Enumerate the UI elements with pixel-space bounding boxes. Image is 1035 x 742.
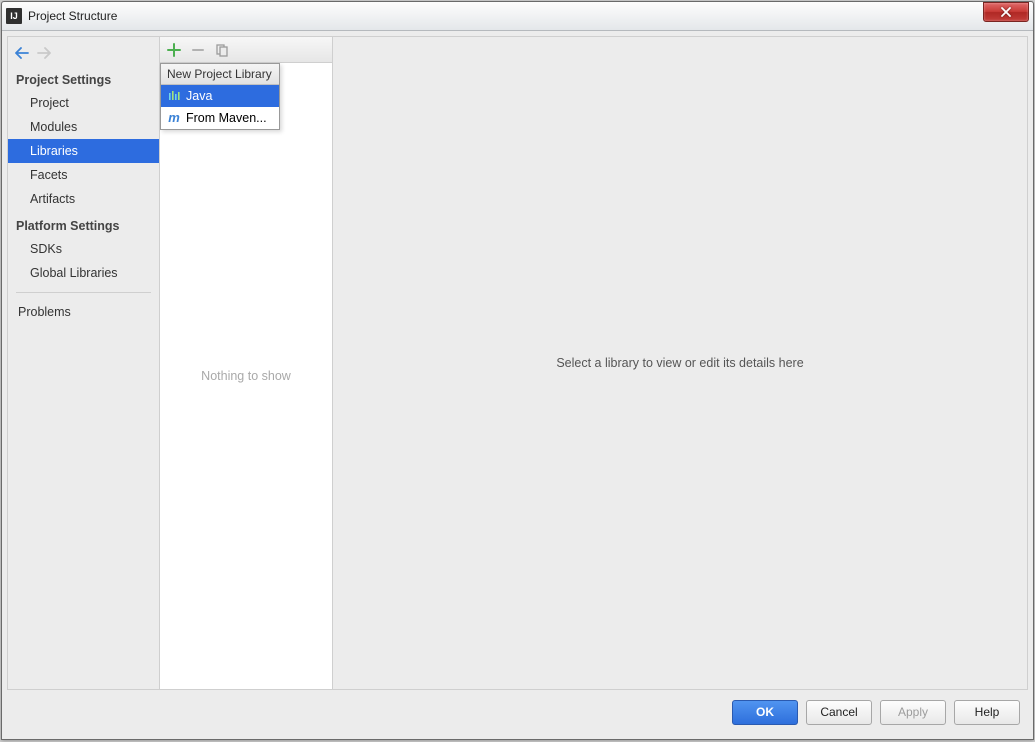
sidebar-item-problems[interactable]: Problems bbox=[8, 300, 159, 324]
remove-library-button[interactable] bbox=[190, 42, 206, 58]
library-detail-panel: Select a library to view or edit its det… bbox=[333, 37, 1027, 689]
libraries-column: New Project Library Java bbox=[160, 37, 333, 689]
sidebar-history-nav bbox=[8, 41, 159, 65]
dialog-footer: OK Cancel Apply Help bbox=[7, 690, 1028, 734]
libraries-empty-text: Nothing to show bbox=[160, 63, 332, 689]
dialog-body: Project Settings Project Modules Librari… bbox=[2, 31, 1033, 739]
sidebar-item-modules[interactable]: Modules bbox=[8, 115, 159, 139]
libraries-toolbar bbox=[160, 37, 332, 63]
popup-item-maven[interactable]: m From Maven... bbox=[161, 107, 279, 129]
cancel-button[interactable]: Cancel bbox=[806, 700, 872, 725]
java-icon bbox=[167, 89, 181, 103]
sidebar-item-sdks[interactable]: SDKs bbox=[8, 237, 159, 261]
popup-item-java[interactable]: Java bbox=[161, 85, 279, 107]
popup-title: New Project Library bbox=[161, 64, 279, 85]
maven-icon: m bbox=[167, 111, 181, 125]
copy-library-button[interactable] bbox=[214, 42, 230, 58]
project-structure-window: IJ Project Structure Project S bbox=[1, 1, 1034, 740]
sidebar-item-libraries[interactable]: Libraries bbox=[8, 139, 159, 163]
nav-forward-button[interactable] bbox=[36, 45, 52, 61]
ok-button[interactable]: OK bbox=[732, 700, 798, 725]
titlebar[interactable]: IJ Project Structure bbox=[2, 2, 1033, 31]
sidebar-item-facets[interactable]: Facets bbox=[8, 163, 159, 187]
sidebar-divider bbox=[16, 292, 151, 293]
nav-back-button[interactable] bbox=[14, 45, 30, 61]
sidebar-item-global-libraries[interactable]: Global Libraries bbox=[8, 261, 159, 285]
add-library-button[interactable] bbox=[166, 42, 182, 58]
sidebar-item-project[interactable]: Project bbox=[8, 91, 159, 115]
section-project-settings: Project Settings bbox=[8, 65, 159, 91]
popup-item-maven-label: From Maven... bbox=[186, 111, 267, 125]
settings-sidebar: Project Settings Project Modules Librari… bbox=[8, 37, 160, 689]
window-close-button[interactable] bbox=[983, 2, 1029, 22]
app-icon: IJ bbox=[6, 8, 22, 24]
help-button[interactable]: Help bbox=[954, 700, 1020, 725]
new-library-popup: New Project Library Java bbox=[160, 63, 280, 130]
window-title: Project Structure bbox=[28, 9, 983, 23]
popup-item-java-label: Java bbox=[186, 89, 212, 103]
section-platform-settings: Platform Settings bbox=[8, 211, 159, 237]
main-area: Project Settings Project Modules Librari… bbox=[7, 36, 1028, 690]
close-icon bbox=[1000, 7, 1012, 17]
sidebar-item-artifacts[interactable]: Artifacts bbox=[8, 187, 159, 211]
apply-button[interactable]: Apply bbox=[880, 700, 946, 725]
detail-placeholder: Select a library to view or edit its det… bbox=[556, 356, 803, 370]
